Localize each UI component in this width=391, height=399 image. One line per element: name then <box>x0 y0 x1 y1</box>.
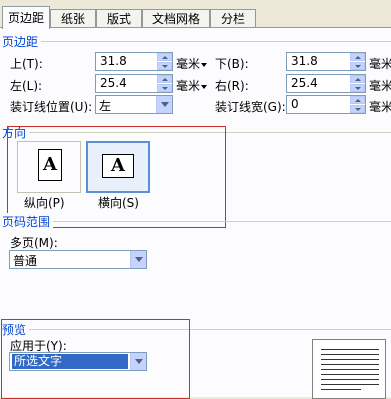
preview-text-line <box>321 379 379 380</box>
top-margin-label: 上(T): <box>10 57 43 71</box>
preview-text-line <box>321 354 379 355</box>
preview-text-line <box>321 359 379 360</box>
right-margin-down-button[interactable] <box>350 84 365 92</box>
bottom-margin-unit[interactable]: 毫米 <box>369 55 391 72</box>
gutter-up-button[interactable] <box>350 96 365 104</box>
left-margin-value: 25.4 <box>100 76 127 90</box>
multiple-pages-dropdown-button[interactable] <box>130 251 146 268</box>
top-margin-down-button[interactable] <box>157 62 172 70</box>
right-margin-label: 右(R): <box>215 79 249 93</box>
left-margin-label: 左(L): <box>10 79 43 93</box>
preview-highlight-box <box>1 319 190 399</box>
tab-margins[interactable]: 页边距 <box>2 6 50 29</box>
gutter-down-button[interactable] <box>350 105 365 113</box>
preview-text-line <box>321 364 379 365</box>
gutter-position-select[interactable]: 左 <box>95 95 173 114</box>
right-margin-up-button[interactable] <box>350 75 365 83</box>
gutter-position-value: 左 <box>99 99 112 113</box>
bottom-margin-down-button[interactable] <box>350 62 365 70</box>
left-margin-input[interactable]: 25.4 <box>95 74 173 93</box>
left-margin-unit[interactable]: 毫米 <box>176 77 208 94</box>
left-margin-down-button[interactable] <box>157 84 172 92</box>
gutter-input[interactable]: 0 <box>286 95 366 114</box>
bottom-margin-value: 31.8 <box>291 54 318 68</box>
chevron-down-icon <box>201 84 208 89</box>
multiple-pages-select[interactable]: 普通 <box>9 250 147 269</box>
pages-group-title: 页码范围 <box>2 213 54 230</box>
right-margin-input[interactable]: 25.4 <box>286 74 366 93</box>
bottom-margin-up-button[interactable] <box>350 53 365 61</box>
preview-text-line <box>321 384 379 385</box>
bottom-margin-input[interactable]: 31.8 <box>286 52 366 71</box>
gutter-value: 0 <box>291 97 299 111</box>
preview-text-line <box>321 349 379 350</box>
chevron-down-icon <box>161 102 169 107</box>
arrow-down-icon <box>355 108 361 111</box>
top-margin-up-button[interactable] <box>157 53 172 61</box>
arrow-down-icon <box>355 65 361 68</box>
multiple-pages-label: 多页(M): <box>10 236 58 250</box>
pages-group-line <box>2 221 391 222</box>
arrow-up-icon <box>355 99 361 102</box>
gutter-position-dropdown-button[interactable] <box>156 96 172 113</box>
arrow-down-icon <box>162 87 168 90</box>
page-preview <box>312 339 386 399</box>
gutter-unit[interactable]: 毫米 <box>369 98 391 115</box>
margins-group-title: 页边距 <box>2 33 42 50</box>
chevron-down-icon <box>135 257 143 262</box>
preview-text-line <box>321 389 361 390</box>
right-margin-value: 25.4 <box>291 76 318 90</box>
arrow-up-icon <box>162 56 168 59</box>
arrow-up-icon <box>162 78 168 81</box>
preview-text-line <box>321 369 379 370</box>
top-margin-unit[interactable]: 毫米 <box>176 55 208 72</box>
left-margin-up-button[interactable] <box>157 75 172 83</box>
tab-document-grid[interactable]: 文档网格 <box>142 9 210 28</box>
arrow-down-icon <box>162 65 168 68</box>
arrow-up-icon <box>355 78 361 81</box>
top-margin-input[interactable]: 31.8 <box>95 52 173 71</box>
tab-layout[interactable]: 版式 <box>96 9 142 28</box>
right-margin-unit[interactable]: 毫米 <box>369 77 391 94</box>
top-margin-value: 31.8 <box>100 54 127 68</box>
arrow-up-icon <box>355 56 361 59</box>
preview-text-line <box>321 374 379 375</box>
chevron-down-icon <box>201 62 208 67</box>
gutter-label: 装订线宽(G): <box>215 100 286 114</box>
multiple-pages-value: 普通 <box>13 254 38 268</box>
tab-columns[interactable]: 分栏 <box>210 9 256 28</box>
bottom-margin-label: 下(B): <box>215 57 249 71</box>
tab-paper[interactable]: 纸张 <box>50 9 96 28</box>
arrow-down-icon <box>355 87 361 90</box>
gutter-position-label: 装订线位置(U): <box>10 100 93 114</box>
margins-group-line <box>2 41 391 42</box>
